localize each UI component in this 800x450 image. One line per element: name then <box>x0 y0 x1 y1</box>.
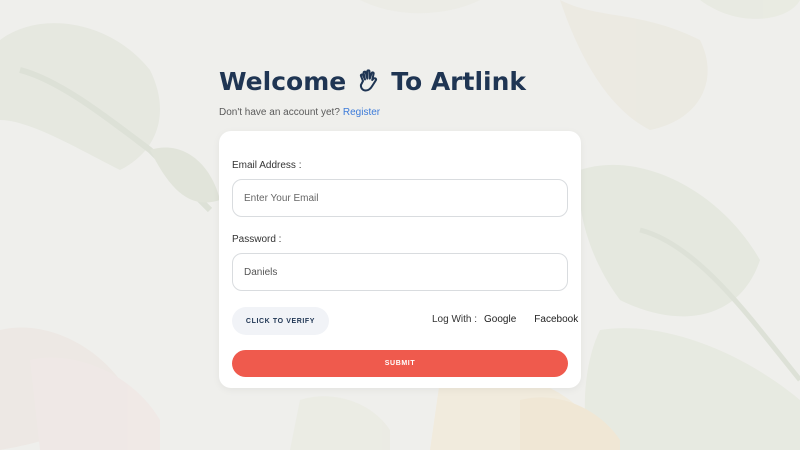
email-input[interactable] <box>232 179 568 217</box>
waving-hand-icon <box>354 67 384 97</box>
password-label: Password : <box>232 234 282 245</box>
social-login: Log With : Google Facebook <box>432 314 578 325</box>
email-label: Email Address : <box>232 160 302 171</box>
register-link[interactable]: Register <box>343 107 380 118</box>
title-suffix: To Artlink <box>391 67 527 96</box>
log-with-label: Log With : <box>432 314 478 325</box>
title-prefix: Welcome <box>219 67 347 96</box>
facebook-login-link[interactable]: Facebook <box>534 314 578 325</box>
submit-button[interactable]: SUBMIT <box>232 350 568 377</box>
verify-button[interactable]: CLICK TO VERIFY <box>232 307 329 335</box>
password-input[interactable] <box>232 253 568 291</box>
login-card: Email Address : Password : CLICK TO VERI… <box>219 131 581 388</box>
google-login-link[interactable]: Google <box>484 314 516 325</box>
login-panel: Welcome To Artlink Don't have an account… <box>219 64 581 388</box>
register-prompt: Don't have an account yet? Register <box>219 106 581 120</box>
page-title: Welcome To Artlink <box>219 64 581 100</box>
register-prompt-text: Don't have an account yet? <box>219 107 340 118</box>
